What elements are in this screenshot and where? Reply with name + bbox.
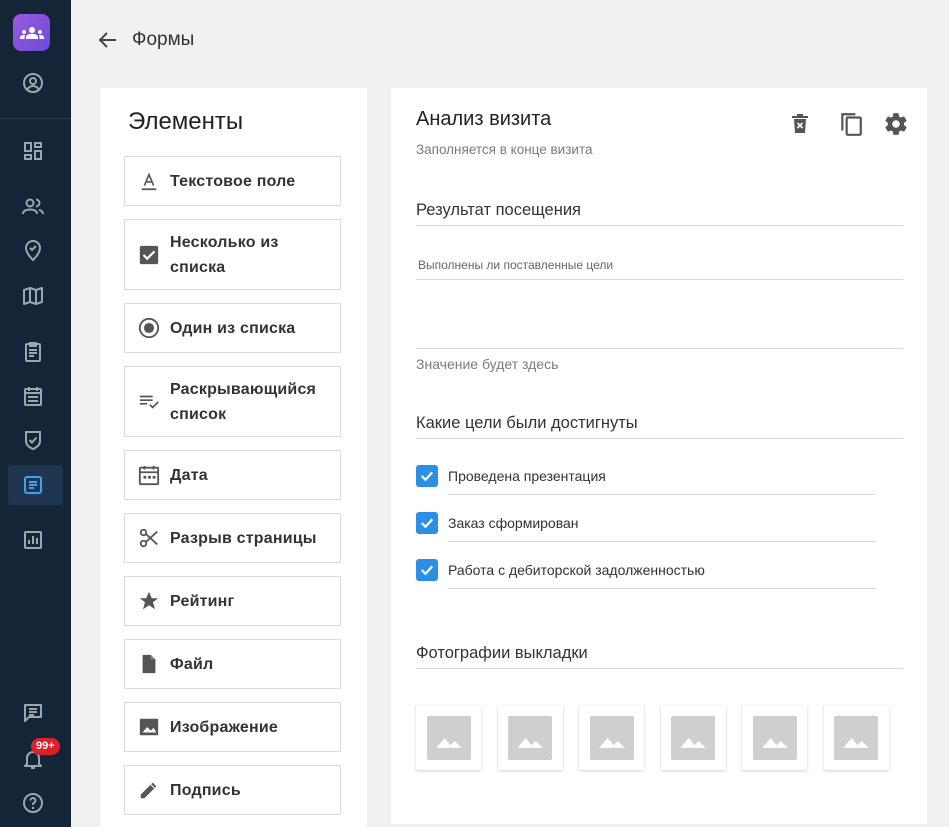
divider (416, 438, 903, 439)
sidebar-divider (0, 118, 71, 119)
calendar-icon (137, 463, 161, 487)
form-subtitle[interactable]: Заполняется в конце визита (416, 142, 593, 157)
image-placeholder-icon (752, 715, 797, 760)
checkbox-icon (137, 243, 161, 267)
copy-icon[interactable] (837, 110, 865, 138)
element-label: Текстовое поле (170, 172, 296, 190)
element-image-button[interactable]: Изображение (124, 702, 341, 752)
goal-checkbox[interactable] (416, 512, 438, 534)
sidebar: 99+ (0, 0, 71, 827)
element-rating-button[interactable]: Рейтинг (124, 576, 341, 626)
divider (416, 225, 903, 226)
photo-placeholder[interactable] (660, 705, 726, 770)
image-placeholder-icon (508, 715, 552, 760)
elements-panel-title: Элементы (128, 108, 244, 135)
element-label: Несколько из списка (170, 233, 279, 276)
goal-option: Работа с дебиторской задолженностью (416, 555, 876, 589)
photo-placeholder[interactable] (416, 705, 481, 770)
element-signature-button[interactable]: Подпись (124, 765, 341, 815)
scissors-icon (137, 526, 161, 550)
profile-icon[interactable] (15, 65, 51, 101)
section-title-photos[interactable]: Фотографии выкладки (416, 644, 588, 663)
goal-option: Заказ сформирован (416, 508, 876, 542)
photo-placeholder[interactable] (823, 705, 889, 770)
goal-label[interactable]: Работа с дебиторской задолженностью (448, 562, 705, 578)
element-dropdown-button[interactable]: Раскрывающийся список (124, 366, 341, 437)
answer-placeholder: Значение будет здесь (416, 356, 559, 372)
divider (448, 588, 876, 589)
divider (448, 541, 876, 542)
element-multiple-choice-button[interactable]: Несколько из списка (124, 219, 341, 290)
element-label: Подпись (170, 781, 241, 799)
checkmark-icon (420, 518, 434, 529)
image-placeholder-icon (426, 715, 471, 760)
notification-badge: 99+ (31, 738, 60, 755)
star-icon (137, 589, 161, 613)
goal-checkbox[interactable] (416, 559, 438, 581)
goal-option: Проведена презентация (416, 461, 876, 495)
section-title-goals[interactable]: Какие цели были достигнуты (416, 414, 638, 433)
image-placeholder-icon (671, 715, 715, 760)
element-label: Один из списка (170, 319, 296, 337)
element-label: Раскрывающийся список (170, 380, 317, 423)
clipboard-icon[interactable] (15, 334, 51, 370)
people-icon[interactable] (15, 189, 51, 225)
goal-label[interactable]: Проведена презентация (448, 468, 606, 484)
divider (416, 279, 903, 280)
element-label: Дата (170, 466, 208, 484)
back-arrow-icon[interactable] (95, 27, 121, 53)
checkmark-icon (420, 565, 434, 576)
map-icon[interactable] (15, 278, 51, 314)
settings-gear-icon[interactable] (882, 110, 910, 138)
image-icon (137, 715, 161, 739)
dashboard-icon[interactable] (15, 133, 51, 169)
element-date-button[interactable]: Дата (124, 450, 341, 500)
photo-placeholder[interactable] (742, 705, 807, 770)
goal-label[interactable]: Заказ сформирован (448, 515, 579, 531)
element-single-choice-button[interactable]: Один из списка (124, 303, 341, 353)
element-label: Рейтинг (170, 592, 235, 610)
form-title[interactable]: Анализ визита (416, 108, 551, 131)
photo-placeholder[interactable] (497, 705, 563, 770)
element-file-button[interactable]: Файл (124, 639, 341, 689)
calendar-sidebar-icon[interactable] (15, 378, 51, 414)
help-icon[interactable] (15, 785, 51, 821)
page-title: Формы (132, 29, 195, 50)
dropdown-list-icon (137, 390, 161, 414)
photo-placeholder[interactable] (579, 705, 644, 770)
element-label: Разрыв страницы (170, 529, 317, 547)
element-page-break-button[interactable]: Разрыв страницы (124, 513, 341, 563)
goal-checkbox[interactable] (416, 465, 438, 487)
image-placeholder-icon (834, 715, 878, 760)
team-icon (19, 26, 44, 39)
app-logo[interactable] (13, 14, 50, 51)
shield-check-icon[interactable] (15, 422, 51, 458)
checkmark-icon (420, 471, 434, 482)
reports-icon[interactable] (15, 522, 51, 558)
pencil-icon (137, 778, 161, 802)
answer-input-line[interactable] (416, 348, 903, 349)
element-label: Изображение (170, 718, 279, 736)
question-label[interactable]: Выполнены ли поставленные цели (418, 258, 613, 272)
location-check-icon[interactable] (15, 233, 51, 269)
divider (416, 668, 903, 669)
image-placeholder-icon (589, 715, 634, 760)
radio-icon (137, 316, 161, 340)
divider (448, 494, 876, 495)
element-text-field-button[interactable]: Текстовое поле (124, 156, 341, 206)
delete-icon[interactable] (786, 110, 814, 138)
section-title-result[interactable]: Результат посещения (416, 201, 581, 220)
element-label: Файл (170, 655, 214, 673)
text-field-icon (137, 169, 161, 193)
forms-icon[interactable] (15, 467, 51, 503)
file-icon (137, 652, 161, 676)
chat-icon[interactable] (15, 695, 51, 731)
